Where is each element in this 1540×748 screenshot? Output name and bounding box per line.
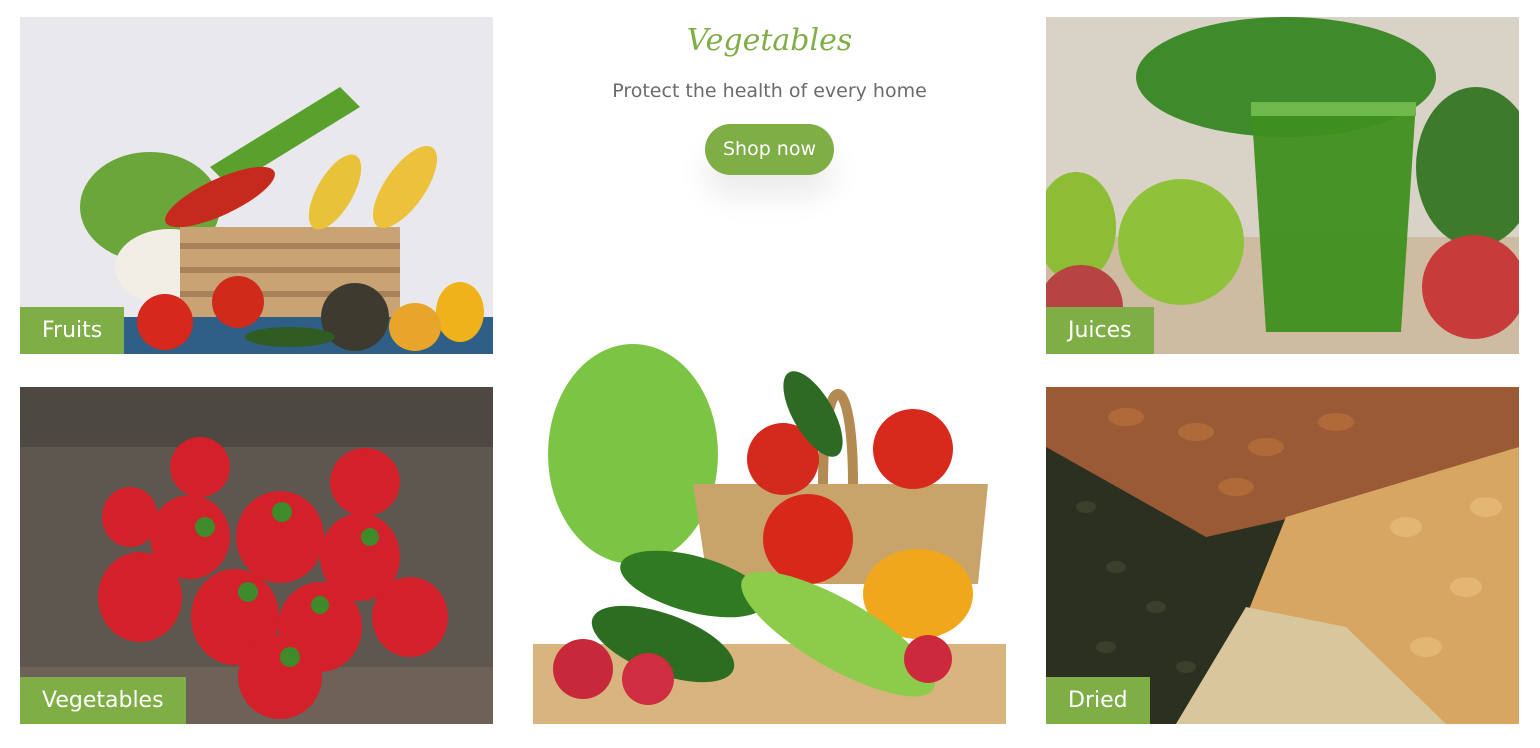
category-tile-vegetables[interactable]: Vegetables	[20, 387, 493, 724]
tile-label: Dried	[1046, 677, 1150, 724]
promo-title: Vegetables	[686, 23, 853, 58]
category-tile-vegetable-basket[interactable]	[533, 334, 1006, 724]
green-juice-apples-photo	[1046, 17, 1519, 354]
tile-label: Fruits	[20, 307, 125, 354]
fruit-vegetable-basket-photo	[20, 17, 493, 354]
promo-subtitle: Protect the health of every home	[612, 80, 927, 102]
strawberries-photo	[20, 387, 493, 724]
tile-label: Vegetables	[20, 677, 186, 724]
tile-label: Juices	[1046, 307, 1154, 354]
promo-block: Vegetables Protect the health of every h…	[533, 17, 1006, 175]
vegetable-basket-photo	[533, 334, 1006, 724]
nuts-seeds-photo	[1046, 387, 1519, 724]
shop-now-button[interactable]: Shop now	[704, 124, 835, 175]
category-tile-fruits[interactable]: Fruits	[20, 17, 493, 354]
category-tile-juices[interactable]: Juices	[1046, 17, 1519, 354]
category-tile-dried[interactable]: Dried	[1046, 387, 1519, 724]
